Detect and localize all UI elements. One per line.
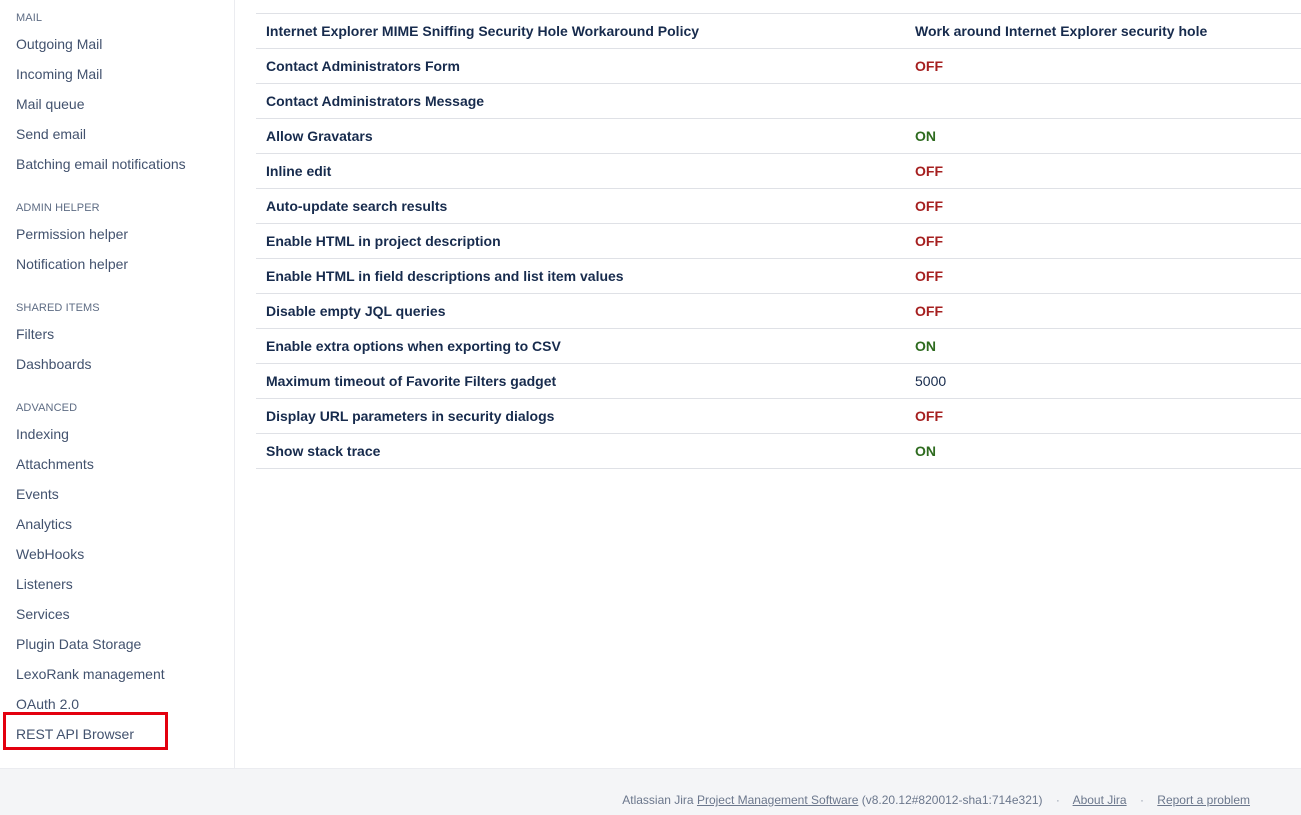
- sidebar-item-filters[interactable]: Filters: [16, 326, 54, 342]
- setting-label: Disable empty JQL queries: [266, 303, 446, 319]
- section-heading-shared-items: SHARED ITEMS: [16, 302, 100, 314]
- setting-label: Show stack trace: [266, 443, 381, 459]
- table-row: Maximum timeout of Favorite Filters gadg…: [256, 364, 1301, 399]
- setting-value: OFF: [915, 233, 943, 249]
- sidebar-item-events[interactable]: Events: [16, 486, 59, 502]
- table-row: Enable HTML in field descriptions and li…: [256, 259, 1301, 294]
- sidebar-item-send-email[interactable]: Send email: [16, 126, 86, 142]
- sidebar-item-listeners[interactable]: Listeners: [16, 576, 73, 592]
- footer-product-link[interactable]: Project Management Software: [697, 793, 858, 807]
- table-row: Auto-update search results OFF: [256, 189, 1301, 224]
- sidebar-item-batching-email[interactable]: Batching email notifications: [16, 156, 186, 172]
- sidebar-item-dashboards[interactable]: Dashboards: [16, 356, 92, 372]
- table-row: Allow Gravatars ON: [256, 119, 1301, 154]
- setting-label: Enable extra options when exporting to C…: [266, 338, 561, 354]
- sidebar-item-notification-helper[interactable]: Notification helper: [16, 256, 128, 272]
- sidebar-item-permission-helper[interactable]: Permission helper: [16, 226, 128, 242]
- footer-separator: ·: [1055, 793, 1060, 807]
- setting-label: Contact Administrators Message: [266, 93, 485, 109]
- sidebar-item-outgoing-mail[interactable]: Outgoing Mail: [16, 36, 102, 52]
- section-heading-mail: MAIL: [16, 12, 43, 24]
- setting-value: OFF: [915, 268, 943, 284]
- footer-version: (v8.20.12#820012-sha1:714e321): [861, 793, 1043, 807]
- setting-value: Work around Internet Explorer security h…: [915, 23, 1208, 39]
- setting-value: OFF: [915, 198, 943, 214]
- section-heading-admin-helper: ADMIN HELPER: [16, 202, 100, 214]
- sidebar-item-attachments[interactable]: Attachments: [16, 456, 94, 472]
- table-row: Contact Administrators Form OFF: [256, 49, 1301, 84]
- sidebar-item-services[interactable]: Services: [16, 606, 70, 622]
- setting-value: ON: [915, 128, 936, 144]
- sidebar-item-plugin-data-storage[interactable]: Plugin Data Storage: [16, 636, 141, 652]
- table-row: Internet Explorer MIME Sniffing Security…: [256, 14, 1301, 49]
- sidebar-item-webhooks[interactable]: WebHooks: [16, 546, 84, 562]
- sidebar-item-rest-api-browser[interactable]: REST API Browser: [16, 726, 134, 742]
- footer-line: Atlassian Jira Project Management Softwa…: [622, 793, 1250, 807]
- table-row: Enable extra options when exporting to C…: [256, 329, 1301, 364]
- sidebar-item-mail-queue[interactable]: Mail queue: [16, 96, 85, 112]
- jira-admin-page: MAIL Outgoing Mail Incoming Mail Mail qu…: [0, 0, 1301, 815]
- setting-value: ON: [915, 338, 936, 354]
- setting-label: Maximum timeout of Favorite Filters gadg…: [266, 373, 557, 389]
- footer-report-link[interactable]: Report a problem: [1157, 793, 1250, 807]
- setting-label: Contact Administrators Form: [266, 58, 460, 74]
- table-row: Inline edit OFF: [256, 154, 1301, 189]
- sidebar-item-lexorank-management[interactable]: LexoRank management: [16, 666, 165, 682]
- section-heading-advanced: ADVANCED: [16, 402, 78, 414]
- footer-prefix: Atlassian Jira: [622, 793, 694, 807]
- setting-value: OFF: [915, 58, 943, 74]
- table-row: Show stack trace ON: [256, 434, 1301, 469]
- table-row: Disable empty JQL queries OFF: [256, 294, 1301, 329]
- setting-value: OFF: [915, 303, 943, 319]
- admin-sidebar: MAIL Outgoing Mail Incoming Mail Mail qu…: [0, 0, 235, 768]
- table-row: Enable HTML in project description OFF: [256, 224, 1301, 259]
- setting-label: Enable HTML in field descriptions and li…: [266, 268, 624, 284]
- sidebar-item-analytics[interactable]: Analytics: [16, 516, 72, 532]
- setting-value: 5000: [915, 373, 947, 389]
- table-row: Display URL parameters in security dialo…: [256, 399, 1301, 434]
- setting-value: OFF: [915, 408, 943, 424]
- setting-label: Inline edit: [266, 163, 332, 179]
- sidebar-item-indexing[interactable]: Indexing: [16, 426, 69, 442]
- setting-label: Internet Explorer MIME Sniffing Security…: [266, 23, 700, 39]
- sidebar-item-incoming-mail[interactable]: Incoming Mail: [16, 66, 102, 82]
- general-configuration-table: Internet Explorer MIME Sniffing Security…: [236, 0, 1301, 768]
- setting-value: ON: [915, 443, 936, 459]
- setting-label: Display URL parameters in security dialo…: [266, 408, 555, 424]
- table-row: Contact Administrators Message: [256, 84, 1301, 119]
- table-row-partial: [256, 0, 1301, 14]
- setting-label: Auto-update search results: [266, 198, 448, 214]
- setting-label: Allow Gravatars: [266, 128, 373, 144]
- setting-label: Enable HTML in project description: [266, 233, 501, 249]
- sidebar-item-oauth[interactable]: OAuth 2.0: [16, 696, 79, 712]
- setting-value: OFF: [915, 163, 943, 179]
- page-footer: Atlassian Jira Project Management Softwa…: [0, 768, 1301, 815]
- footer-separator: ·: [1139, 793, 1144, 807]
- footer-about-link[interactable]: About Jira: [1073, 793, 1127, 807]
